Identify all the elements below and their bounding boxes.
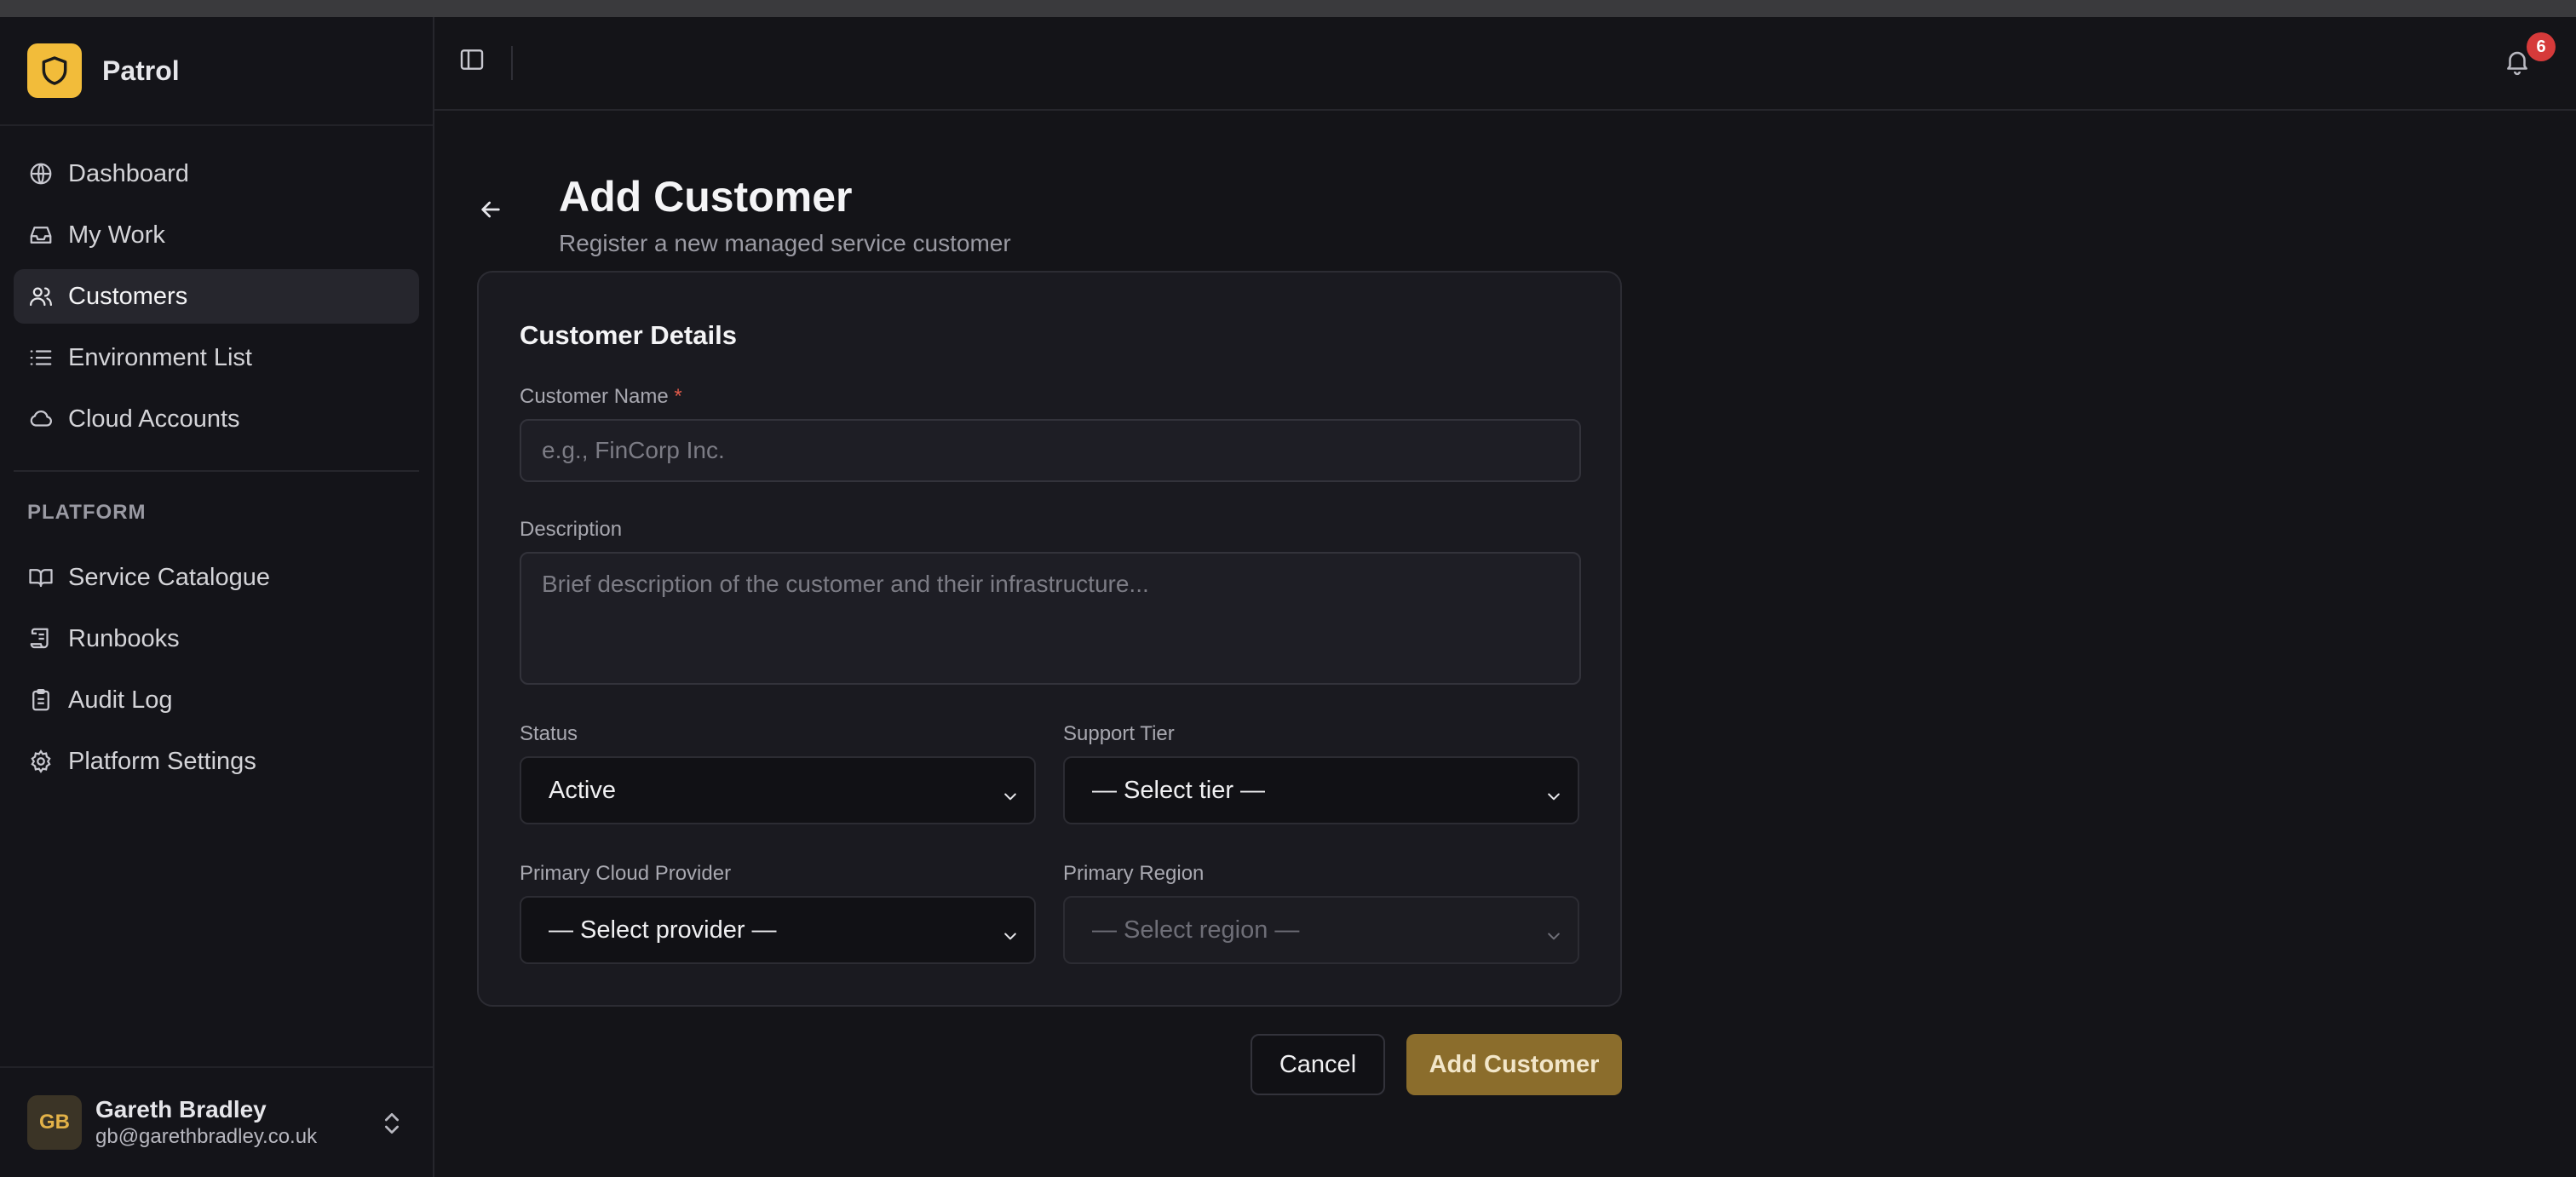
gear-icon (27, 748, 55, 775)
region-select[interactable]: — Select region — (1063, 896, 1579, 964)
sidebar-item-service-catalogue[interactable]: Service Catalogue (14, 550, 419, 605)
sidebar-item-label: Environment List (68, 343, 252, 371)
users-icon (27, 283, 55, 310)
cloud-provider-value: — Select provider — (549, 916, 777, 944)
main-content: 6 Add Customer Register a new managed se… (434, 17, 2576, 1177)
sidebar-item-label: My Work (68, 221, 165, 249)
sidebar-item-audit-log[interactable]: Audit Log (14, 673, 419, 727)
sidebar-item-my-work[interactable]: My Work (14, 208, 419, 262)
status-value: Active (549, 776, 616, 804)
platform-heading: PLATFORM (27, 501, 147, 524)
list-icon (27, 344, 55, 371)
brand[interactable]: Patrol (0, 17, 433, 126)
shield-logo-icon (27, 43, 82, 98)
notification-badge: 6 (2527, 32, 2556, 61)
window-top-strip (0, 0, 2576, 17)
support-tier-label: Support Tier (1063, 722, 1175, 745)
topbar-divider (511, 46, 513, 80)
sidebar-item-label: Customers (68, 282, 188, 310)
sidebar-item-dashboard[interactable]: Dashboard (14, 146, 419, 201)
cloud-provider-label: Primary Cloud Provider (520, 862, 732, 885)
chevron-down-icon (1544, 923, 1564, 940)
user-info: Gareth Bradley gb@garethbradley.co.uk (95, 1095, 317, 1150)
cancel-button[interactable]: Cancel (1251, 1034, 1385, 1095)
sidebar: Patrol Dashboard My Work Customers Envir… (0, 17, 434, 1177)
sidebar-item-label: Audit Log (68, 686, 173, 714)
sidebar-item-label: Runbooks (68, 624, 180, 652)
cloud-icon (27, 405, 55, 433)
region-label: Primary Region (1063, 862, 1205, 885)
customer-name-input[interactable]: e.g., FinCorp Inc. (520, 419, 1581, 482)
required-mark: * (674, 385, 682, 408)
support-tier-value: — Select tier — (1092, 776, 1266, 804)
description-label: Description (520, 518, 623, 541)
support-tier-select[interactable]: — Select tier — (1063, 756, 1579, 824)
user-menu[interactable]: GB Gareth Bradley gb@garethbradley.co.uk (0, 1066, 433, 1177)
topbar: 6 (434, 17, 2576, 111)
add-customer-button[interactable]: Add Customer (1406, 1034, 1622, 1095)
sidebar-item-label: Platform Settings (68, 747, 256, 775)
sidebar-nav: Dashboard My Work Customers Environment … (0, 126, 433, 789)
app-name: Patrol (102, 55, 180, 86)
arrow-left-icon[interactable] (477, 196, 511, 230)
book-icon (27, 564, 55, 591)
section-title: Customer Details (520, 320, 737, 350)
status-label: Status (520, 722, 578, 745)
sidebar-item-runbooks[interactable]: Runbooks (14, 611, 419, 666)
page-subtitle: Register a new managed service customer (559, 230, 1011, 256)
cloud-provider-select[interactable]: — Select provider — (520, 896, 1036, 964)
sidebar-item-cloud-accounts[interactable]: Cloud Accounts (14, 392, 419, 446)
description-textarea[interactable]: Brief description of the customer and th… (520, 552, 1581, 685)
customer-details-card: Customer Details Customer Name * e.g., F… (477, 271, 1622, 1007)
region-value: — Select region — (1092, 916, 1300, 944)
customer-name-label: Customer Name * (520, 385, 682, 409)
chevron-down-icon (1000, 923, 1021, 940)
chevron-down-icon (1544, 784, 1564, 801)
avatar: GB (27, 1095, 82, 1150)
sidebar-divider (14, 470, 419, 472)
scroll-icon (27, 625, 55, 652)
chevron-down-icon (1000, 784, 1021, 801)
sidebar-item-label: Cloud Accounts (68, 405, 240, 433)
user-email: gb@garethbradley.co.uk (95, 1125, 318, 1148)
page-title: Add Customer (559, 173, 853, 221)
globe-icon (27, 160, 55, 187)
sidebar-item-label: Dashboard (68, 159, 189, 187)
user-name: Gareth Bradley (95, 1096, 267, 1122)
sidebar-toggle-icon[interactable] (458, 46, 492, 80)
chevrons-up-down-icon[interactable] (378, 1108, 405, 1139)
status-select[interactable]: Active (520, 756, 1036, 824)
sidebar-item-customers[interactable]: Customers (14, 269, 419, 324)
sidebar-item-platform-settings[interactable]: Platform Settings (14, 734, 419, 789)
clipboard-icon (27, 686, 55, 714)
sidebar-item-label: Service Catalogue (68, 563, 270, 591)
app-shell: Patrol Dashboard My Work Customers Envir… (0, 17, 2576, 1177)
sidebar-item-environment-list[interactable]: Environment List (14, 330, 419, 385)
inbox-icon (27, 221, 55, 249)
customer-name-label-text: Customer Name (520, 385, 669, 408)
